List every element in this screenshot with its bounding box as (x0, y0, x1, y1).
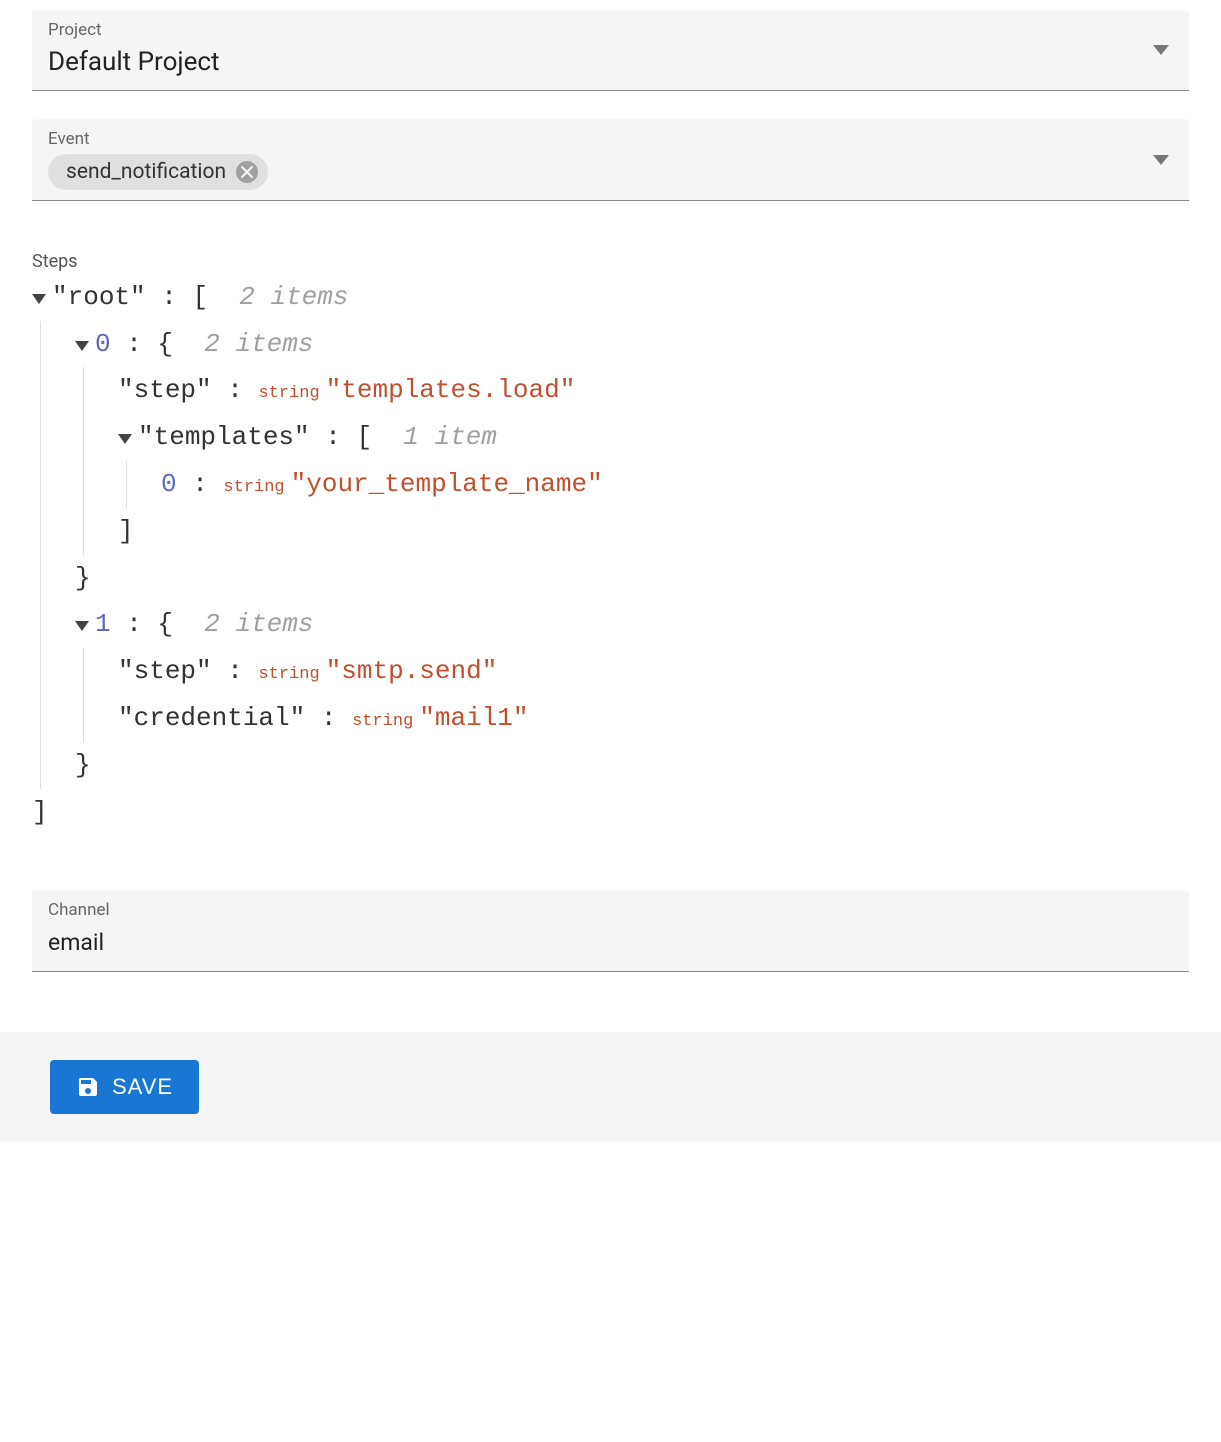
caret-down-icon[interactable] (75, 341, 95, 351)
item0-step-type: string (258, 379, 319, 410)
item0-templates-meta: 1 item (403, 414, 497, 461)
event-label: Event (48, 129, 1173, 149)
caret-down-icon[interactable] (75, 621, 95, 631)
tpl-val: your_template_name (306, 469, 587, 499)
item1-step-key: step (134, 656, 196, 686)
item0-templates-key: templates (154, 422, 294, 452)
item0-index: 0 (95, 321, 111, 368)
item1-cred-key: credential (134, 703, 290, 733)
root-key: root (68, 282, 130, 312)
event-select[interactable]: Event send_notification (32, 119, 1189, 200)
chevron-down-icon (1153, 155, 1169, 165)
channel-input[interactable]: Channel email (32, 890, 1189, 971)
save-button[interactable]: SAVE (50, 1060, 199, 1114)
event-chip[interactable]: send_notification (48, 154, 268, 190)
save-bar: SAVE (0, 1032, 1221, 1142)
chevron-down-icon (1153, 45, 1169, 55)
channel-value: email (48, 929, 104, 956)
item1-step-type: string (258, 660, 319, 691)
json-tree: "root" : [ 2 items 0 : { 2 items "step" … (32, 274, 1189, 836)
item1-step-val: smtp.send (341, 656, 481, 686)
event-chip-label: send_notification (66, 160, 226, 184)
item1-cred-type: string (352, 707, 413, 738)
caret-down-icon[interactable] (32, 294, 52, 304)
item1-index: 1 (95, 601, 111, 648)
caret-down-icon[interactable] (118, 434, 138, 444)
save-icon (76, 1075, 112, 1099)
close-icon[interactable] (236, 161, 258, 183)
steps-label: Steps (32, 251, 1189, 272)
item1-meta: 2 items (204, 601, 313, 648)
item0-meta: 2 items (204, 321, 313, 368)
item1-cred-val: mail1 (435, 703, 513, 733)
tpl-idx: 0 (161, 461, 177, 508)
project-value: Default Project (48, 47, 220, 77)
item0-step-key: step (134, 375, 196, 405)
project-label: Project (48, 20, 1173, 40)
save-label: SAVE (112, 1074, 173, 1100)
item0-step-val: templates.load (341, 375, 559, 405)
channel-label: Channel (48, 900, 1173, 920)
project-select[interactable]: Project Default Project (32, 10, 1189, 91)
tpl-type: string (223, 473, 284, 504)
root-meta: 2 items (239, 274, 348, 321)
